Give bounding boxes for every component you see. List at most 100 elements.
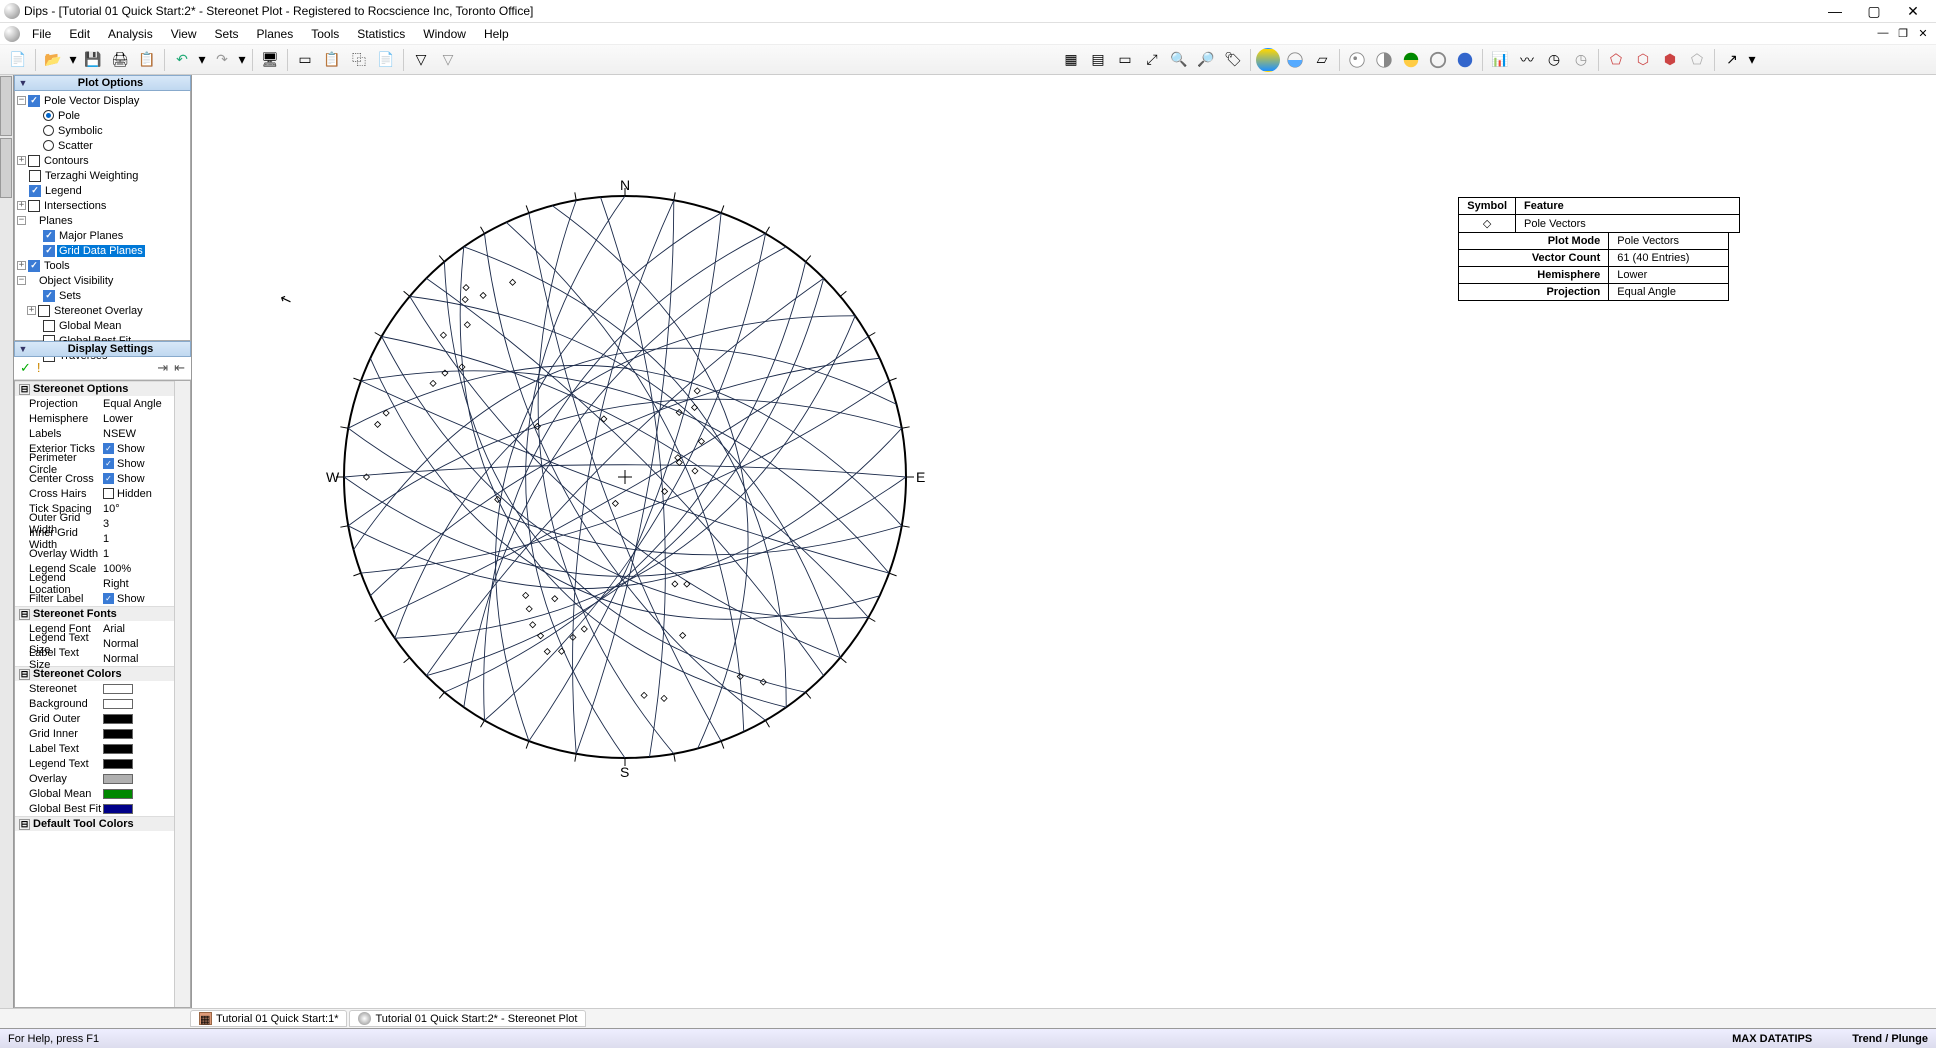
mdi-restore[interactable]: ❐ [1894, 27, 1912, 40]
property-value[interactable]: Right [103, 578, 170, 590]
paste-icon[interactable]: 📄 [374, 48, 398, 72]
tree-stereonet-overlay[interactable]: Stereonet Overlay [52, 305, 145, 317]
section-stereonet-colors[interactable]: Stereonet Colors [15, 666, 174, 681]
open-file-icon[interactable]: 📂 [41, 48, 65, 72]
tree-intersections[interactable]: Intersections [42, 200, 108, 212]
sphere-outline-icon[interactable] [1426, 48, 1450, 72]
shape4-icon[interactable]: ⬠ [1685, 48, 1709, 72]
property-row[interactable]: Filter LabelShow [15, 591, 174, 606]
doc-tab-grid[interactable]: ▦Tutorial 01 Quick Start:1* [190, 1010, 347, 1027]
dropdown-icon[interactable]: ▾ [68, 48, 78, 72]
zoom-in-icon[interactable]: 🔍 [1167, 48, 1191, 72]
side-tab[interactable] [0, 76, 12, 136]
save-icon[interactable]: 💾 [81, 48, 105, 72]
checkbox[interactable] [43, 320, 55, 332]
property-value[interactable]: 1 [103, 533, 170, 545]
plot-icon[interactable]: ▱ [1310, 48, 1334, 72]
select-icon[interactable]: ▭ [293, 48, 317, 72]
property-value[interactable]: Normal [103, 638, 170, 650]
tree-grid-data-planes[interactable]: Grid Data Planes [57, 245, 145, 257]
sphere-gray-icon[interactable] [1345, 48, 1369, 72]
checkbox[interactable] [43, 290, 55, 302]
property-value[interactable]: Show [103, 458, 170, 470]
dropdown-icon[interactable]: ▾ [197, 48, 207, 72]
property-value[interactable]: 10° [103, 503, 170, 515]
property-row[interactable]: Legend Text [15, 756, 174, 771]
property-row[interactable]: Overlay [15, 771, 174, 786]
checkbox[interactable] [28, 95, 40, 107]
tree-global-mean[interactable]: Global Mean [57, 320, 123, 332]
fit-icon[interactable]: ⤢ [1140, 48, 1164, 72]
color-swatch[interactable] [103, 714, 133, 724]
property-value[interactable]: Show [103, 593, 170, 605]
notes-icon[interactable]: 📋 [135, 48, 159, 72]
property-value[interactable]: Show [103, 443, 170, 455]
monitor-icon[interactable]: 🖥 [258, 48, 282, 72]
tree-object-visibility[interactable]: Object Visibility [37, 275, 115, 287]
property-value[interactable]: 100% [103, 563, 170, 575]
color-swatch[interactable] [103, 744, 133, 754]
shape3-icon[interactable]: ⬢ [1658, 48, 1682, 72]
checkbox[interactable] [28, 260, 40, 272]
menu-tools[interactable]: Tools [303, 25, 347, 43]
menu-file[interactable]: File [24, 25, 59, 43]
property-value[interactable] [103, 804, 170, 814]
property-row[interactable]: Grid Inner [15, 726, 174, 741]
tree-contours[interactable]: Contours [42, 155, 91, 167]
property-row[interactable]: Label Text [15, 741, 174, 756]
menu-view[interactable]: View [163, 25, 205, 43]
checkbox[interactable] [103, 488, 114, 499]
tree-pole[interactable]: Pole [56, 110, 82, 122]
sphere-half-icon[interactable] [1372, 48, 1396, 72]
tree-sets[interactable]: Sets [57, 290, 83, 302]
checkbox[interactable] [29, 185, 41, 197]
checkbox[interactable] [103, 458, 114, 469]
minimize-button[interactable]: — [1816, 0, 1854, 22]
property-value[interactable] [103, 714, 170, 724]
color-swatch[interactable] [103, 684, 133, 694]
property-row[interactable]: Stereonet [15, 681, 174, 696]
checkbox[interactable] [43, 245, 55, 257]
side-tab[interactable] [0, 138, 12, 198]
plot-options-header[interactable]: ▼Plot Options [14, 75, 191, 91]
color-swatch[interactable] [103, 759, 133, 769]
tree-terzaghi[interactable]: Terzaghi Weighting [43, 170, 140, 182]
shape1-icon[interactable]: ⬠ [1604, 48, 1628, 72]
menu-edit[interactable]: Edit [61, 25, 98, 43]
checkbox[interactable] [103, 443, 114, 454]
property-value[interactable]: 1 [103, 548, 170, 560]
color-swatch[interactable] [103, 699, 133, 709]
maximize-button[interactable]: ▢ [1855, 0, 1893, 22]
menu-planes[interactable]: Planes [249, 25, 302, 43]
color-swatch[interactable] [103, 729, 133, 739]
plot-canvas[interactable]: N S E W ↖ SymbolFeature ◇Pole Vectors Pl… [192, 75, 1936, 1008]
property-value[interactable] [103, 699, 170, 709]
property-value[interactable]: Show [103, 473, 170, 485]
display-settings-header[interactable]: ▼Display Settings [14, 341, 191, 357]
property-value[interactable] [103, 744, 170, 754]
undo-icon[interactable]: ↶ [170, 48, 194, 72]
property-value[interactable]: Normal [103, 653, 170, 665]
property-row[interactable]: Perimeter CircleShow [15, 456, 174, 471]
property-value[interactable] [103, 774, 170, 784]
mdi-close[interactable]: ✕ [1914, 27, 1932, 40]
checkbox[interactable] [28, 155, 40, 167]
clock-icon[interactable]: ◷ [1542, 48, 1566, 72]
property-value[interactable]: NSEW [103, 428, 170, 440]
color-swatch[interactable] [103, 804, 133, 814]
chart-icon[interactable]: 📊 [1488, 48, 1512, 72]
clipboard-icon[interactable]: 📋 [320, 48, 344, 72]
property-value[interactable]: Hidden [103, 488, 170, 500]
property-row[interactable]: HemisphereLower [15, 411, 174, 426]
info-icon[interactable]: ! [37, 360, 41, 376]
new-file-icon[interactable]: 📄 [6, 48, 30, 72]
section-stereonet-fonts[interactable]: Stereonet Fonts [15, 606, 174, 621]
close-button[interactable]: ✕ [1894, 0, 1932, 22]
color-swatch[interactable] [103, 789, 133, 799]
menu-window[interactable]: Window [415, 25, 474, 43]
arrow-icon[interactable]: ↗ [1720, 48, 1744, 72]
property-value[interactable]: Equal Angle [103, 398, 170, 410]
property-row[interactable]: Global Mean [15, 786, 174, 801]
tree-legend[interactable]: Legend [43, 185, 84, 197]
tag-icon[interactable]: 🏷 [1221, 48, 1245, 72]
